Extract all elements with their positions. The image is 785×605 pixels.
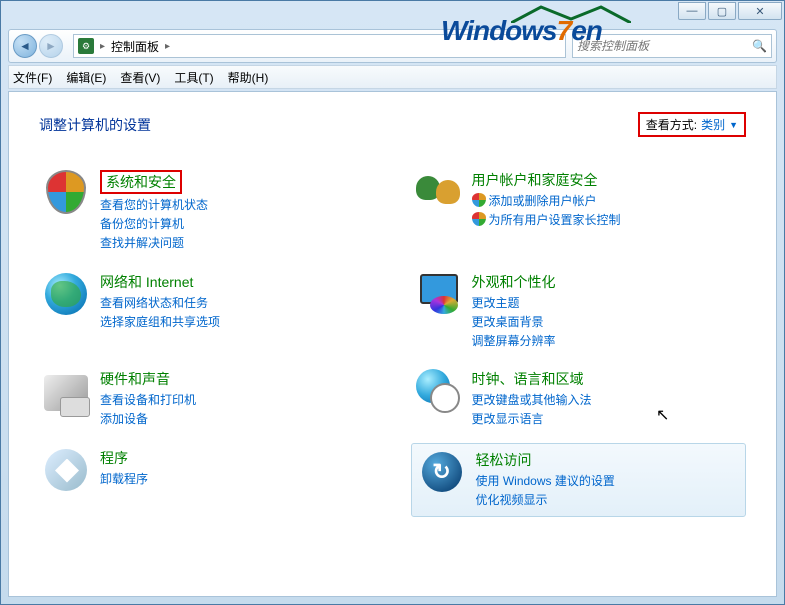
category-clock-language[interactable]: 时钟、语言和区域更改键盘或其他输入法更改显示语言 [411, 364, 747, 434]
programs-icon [44, 448, 88, 492]
view-by-label: 查看方式: [646, 116, 697, 133]
category-network-internet[interactable]: 网络和 Internet查看网络状态和任务选择家庭组和共享选项 [39, 267, 375, 357]
forward-button[interactable]: ► [39, 34, 63, 58]
menu-view[interactable]: 查看(V) [120, 69, 160, 86]
category-sublink[interactable]: 查看您的计算机状态 [100, 196, 370, 215]
ease-of-access-icon [420, 450, 464, 494]
category-links: 查看您的计算机状态备份您的计算机查找并解决问题 [100, 196, 370, 254]
category-sublink[interactable]: 添加设备 [100, 410, 370, 429]
menu-help[interactable]: 帮助(H) [228, 69, 269, 86]
category-sublink[interactable]: 使用 Windows 建议的设置 [476, 472, 738, 491]
menu-edit[interactable]: 编辑(E) [66, 69, 106, 86]
category-links: 使用 Windows 建议的设置优化视频显示 [476, 472, 738, 510]
category-title-link[interactable]: 用户帐户和家庭安全 [472, 170, 598, 190]
titlebar: — ▢ ✕ [1, 1, 784, 29]
user-accounts-icon [416, 170, 460, 214]
control-panel-icon: ⚙ [78, 38, 94, 54]
uac-shield-icon [472, 212, 486, 226]
content-area: 调整计算机的设置 查看方式: 类别 ▼ 系统和安全查看您的计算机状态备份您的计算… [8, 91, 777, 597]
menu-file[interactable]: 文件(F) [13, 69, 52, 86]
content-header: 调整计算机的设置 查看方式: 类别 ▼ [39, 112, 746, 137]
view-by-value[interactable]: 类别 [701, 116, 725, 133]
chevron-down-icon[interactable]: ▼ [729, 120, 738, 130]
category-sublink[interactable]: 更改显示语言 [472, 410, 742, 429]
category-sublink[interactable]: 备份您的计算机 [100, 215, 370, 234]
category-grid: 系统和安全查看您的计算机状态备份您的计算机查找并解决问题用户帐户和家庭安全添加或… [39, 165, 746, 517]
search-icon[interactable]: 🔍 [752, 39, 767, 53]
category-system-security[interactable]: 系统和安全查看您的计算机状态备份您的计算机查找并解决问题 [39, 165, 375, 259]
category-links: 更改主题更改桌面背景调整屏幕分辨率 [472, 294, 742, 352]
close-button[interactable]: ✕ [738, 2, 782, 20]
category-appearance[interactable]: 外观和个性化更改主题更改桌面背景调整屏幕分辨率 [411, 267, 747, 357]
category-sublink[interactable]: 查看设备和打印机 [100, 391, 370, 410]
category-title-link[interactable]: 时钟、语言和区域 [472, 369, 584, 389]
category-hardware-sound[interactable]: 硬件和声音查看设备和打印机添加设备 [39, 364, 375, 434]
category-links: 查看设备和打印机添加设备 [100, 391, 370, 429]
category-title-link[interactable]: 系统和安全 [100, 170, 182, 194]
category-title-link[interactable]: 网络和 Internet [100, 272, 193, 292]
view-by-control[interactable]: 查看方式: 类别 ▼ [638, 112, 746, 137]
navigation-bar: ◄ ► ⚙ ▸ 控制面板 ▸ 🔍 [8, 29, 777, 63]
breadcrumb-separator-icon: ▸ [100, 41, 105, 52]
breadcrumb-location[interactable]: 控制面板 [111, 38, 159, 55]
address-bar[interactable]: ⚙ ▸ 控制面板 ▸ [73, 34, 566, 58]
category-programs[interactable]: 程序卸载程序 [39, 443, 375, 517]
hardware-sound-icon [44, 369, 88, 413]
category-title-link[interactable]: 硬件和声音 [100, 369, 170, 389]
category-links: 添加或删除用户帐户为所有用户设置家长控制 [472, 192, 742, 230]
category-title-link[interactable]: 外观和个性化 [472, 272, 556, 292]
category-title-link[interactable]: 程序 [100, 448, 128, 468]
search-input[interactable] [577, 39, 752, 53]
category-links: 卸载程序 [100, 470, 370, 489]
system-security-icon [44, 170, 88, 214]
category-ease-of-access[interactable]: 轻松访问使用 Windows 建议的设置优化视频显示 [411, 443, 747, 517]
menu-tools[interactable]: 工具(T) [174, 69, 213, 86]
category-body: 硬件和声音查看设备和打印机添加设备 [100, 369, 370, 429]
category-body: 程序卸载程序 [100, 448, 370, 489]
category-body: 用户帐户和家庭安全添加或删除用户帐户为所有用户设置家长控制 [472, 170, 742, 230]
minimize-button[interactable]: — [678, 2, 706, 20]
category-sublink[interactable]: 为所有用户设置家长控制 [472, 211, 742, 230]
window-controls: — ▢ ✕ [678, 2, 782, 20]
category-sublink[interactable]: 更改主题 [472, 294, 742, 313]
network-internet-icon [44, 272, 88, 316]
category-sublink[interactable]: 选择家庭组和共享选项 [100, 313, 370, 332]
page-title: 调整计算机的设置 [39, 115, 151, 135]
category-user-accounts[interactable]: 用户帐户和家庭安全添加或删除用户帐户为所有用户设置家长控制 [411, 165, 747, 259]
maximize-button[interactable]: ▢ [708, 2, 736, 20]
category-sublink[interactable]: 查看网络状态和任务 [100, 294, 370, 313]
appearance-icon [416, 272, 460, 316]
uac-shield-icon [472, 193, 486, 207]
category-links: 查看网络状态和任务选择家庭组和共享选项 [100, 294, 370, 332]
category-body: 外观和个性化更改主题更改桌面背景调整屏幕分辨率 [472, 272, 742, 352]
clock-language-icon [416, 369, 460, 413]
category-sublink[interactable]: 添加或删除用户帐户 [472, 192, 742, 211]
category-body: 网络和 Internet查看网络状态和任务选择家庭组和共享选项 [100, 272, 370, 332]
category-links: 更改键盘或其他输入法更改显示语言 [472, 391, 742, 429]
category-sublink[interactable]: 卸载程序 [100, 470, 370, 489]
window-frame: — ▢ ✕ ◄ ► ⚙ ▸ 控制面板 ▸ 🔍 文件(F) 编辑(E) 查看(V)… [0, 0, 785, 605]
category-sublink[interactable]: 更改桌面背景 [472, 313, 742, 332]
menu-bar: 文件(F) 编辑(E) 查看(V) 工具(T) 帮助(H) [8, 65, 777, 89]
search-box[interactable]: 🔍 [572, 34, 772, 58]
category-sublink[interactable]: 查找并解决问题 [100, 234, 370, 253]
category-body: 系统和安全查看您的计算机状态备份您的计算机查找并解决问题 [100, 170, 370, 254]
back-button[interactable]: ◄ [13, 34, 37, 58]
category-title-link[interactable]: 轻松访问 [476, 450, 532, 470]
category-body: 轻松访问使用 Windows 建议的设置优化视频显示 [476, 450, 738, 510]
nav-arrows: ◄ ► [9, 34, 67, 58]
category-body: 时钟、语言和区域更改键盘或其他输入法更改显示语言 [472, 369, 742, 429]
category-sublink[interactable]: 更改键盘或其他输入法 [472, 391, 742, 410]
category-sublink[interactable]: 调整屏幕分辨率 [472, 332, 742, 351]
category-sublink[interactable]: 优化视频显示 [476, 491, 738, 510]
breadcrumb-separator-icon: ▸ [165, 41, 170, 52]
